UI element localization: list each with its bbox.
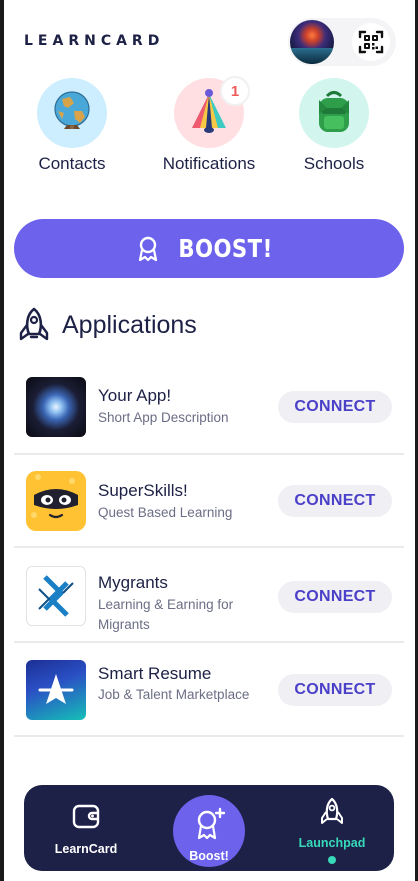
app-name: Mygrants <box>98 573 168 592</box>
category-label: Schools <box>303 154 365 173</box>
category-row: Contacts 1 Notifications Schools <box>0 76 418 178</box>
app-name: Smart Resume <box>98 664 212 683</box>
app-description: Job & Talent Marketplace <box>98 687 250 702</box>
section-title: Applications <box>62 310 197 339</box>
bottom-nav: LearnCard Boost! Launchpad <box>24 785 394 871</box>
category-contacts[interactable]: Contacts <box>12 78 132 174</box>
category-notifications[interactable]: 1 Notifications <box>149 76 269 174</box>
avatar[interactable] <box>290 20 334 64</box>
nav-launchpad[interactable]: Launchpad <box>288 785 376 871</box>
badge-icon <box>139 236 158 261</box>
app-description: Quest Based Learning <box>98 505 233 520</box>
nav-label: Launchpad <box>298 836 366 850</box>
contacts-circle <box>37 78 107 148</box>
app-icon <box>26 471 86 531</box>
app-row[interactable]: SuperSkills! Quest Based Learning CONNEC… <box>14 455 404 548</box>
app-icon <box>26 566 86 626</box>
connect-button[interactable]: CONNECT <box>278 391 392 423</box>
backpack-icon <box>319 91 349 132</box>
app-icon <box>26 377 86 437</box>
nav-label: LearnCard <box>54 842 118 856</box>
rocket-icon <box>19 307 49 341</box>
connect-button[interactable]: CONNECT <box>278 674 392 706</box>
boost-button[interactable]: BOOST! <box>14 219 404 278</box>
app-name: SuperSkills! <box>98 481 188 500</box>
active-indicator <box>328 856 336 864</box>
app-icon <box>26 660 86 720</box>
app-frame: LEARNCARD Contacts 1 Notifications Schoo… <box>0 0 418 881</box>
category-label: Notifications <box>162 154 256 173</box>
category-schools[interactable]: Schools <box>274 78 394 174</box>
connect-button[interactable]: CONNECT <box>278 485 392 517</box>
app-description: Short App Description <box>98 410 229 425</box>
app-description: Learning & Earning for Migrants <box>98 597 234 632</box>
app-row[interactable]: Mygrants Learning & Earning for Migrants… <box>14 548 404 643</box>
notifications-circle: 1 <box>174 76 250 148</box>
boost-label: BOOST! <box>178 234 274 263</box>
wallet-icon <box>72 804 100 829</box>
connect-button[interactable]: CONNECT <box>278 581 392 613</box>
notification-badge: 1 <box>220 76 250 106</box>
header: LEARNCARD <box>24 18 396 66</box>
category-label: Contacts <box>38 154 106 173</box>
globe-icon <box>54 91 90 129</box>
schools-circle <box>299 78 369 148</box>
header-actions <box>288 18 396 66</box>
section-header: Applications <box>18 305 197 345</box>
applications-list: Your App! Short App Description CONNECT <box>14 360 404 737</box>
app-row[interactable]: Smart Resume Job & Talent Marketplace CO… <box>14 643 404 737</box>
qr-scan-icon <box>358 30 384 54</box>
nav-boost[interactable]: Boost! <box>173 795 245 867</box>
app-name: Your App! <box>98 386 172 405</box>
qr-scan-button[interactable] <box>352 23 390 61</box>
app-logo: LEARNCARD <box>24 33 165 49</box>
nav-learncard[interactable]: LearnCard <box>42 785 130 871</box>
nav-label: Boost! <box>189 849 229 863</box>
app-row[interactable]: Your App! Short App Description CONNECT <box>14 360 404 455</box>
rocket-icon <box>321 797 343 824</box>
badge-plus-icon <box>197 807 226 840</box>
